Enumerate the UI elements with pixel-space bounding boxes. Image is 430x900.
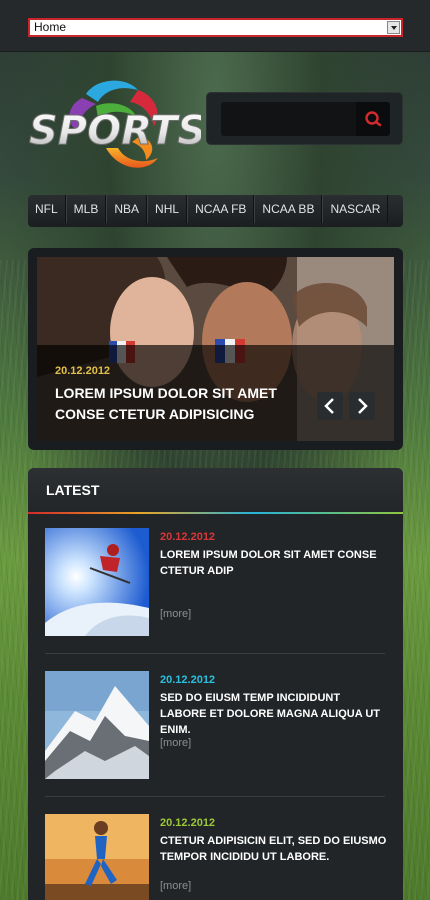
sports-logo[interactable]: SPORTS xyxy=(26,76,207,180)
chevron-right-icon xyxy=(358,398,368,414)
latest-post: 20.12.2012 LOREM IPSUM DOLOR SIT AMET CO… xyxy=(45,528,385,638)
navigation-select-value: Home xyxy=(34,20,67,34)
more-link[interactable]: [more] xyxy=(160,880,191,892)
post-title[interactable]: CTETUR ADIPISICIN ELIT, SED DO EIUSMO TE… xyxy=(160,833,388,865)
sports-logo-graphic: SPORTS xyxy=(29,80,207,168)
skier-image xyxy=(45,528,149,636)
logo-text: SPORTS xyxy=(29,108,201,154)
menu-item-nfl[interactable]: NFL xyxy=(28,195,66,223)
mountain-image xyxy=(45,671,149,779)
latest-divider xyxy=(28,512,403,514)
latest-post: 20.12.2012 SED DO EIUSM TEMP INCIDIDUNT … xyxy=(45,671,385,781)
latest-section: LATEST 20.12.2012 LOREM IPSUM DOLOR SIT … xyxy=(28,468,403,900)
menu-item-nba[interactable]: NBA xyxy=(106,195,148,223)
post-divider xyxy=(45,653,385,654)
menu-item-nhl[interactable]: NHL xyxy=(147,195,188,223)
search-input[interactable] xyxy=(221,102,357,136)
slider-prev-button[interactable] xyxy=(317,392,343,420)
search-icon xyxy=(365,111,382,127)
post-thumbnail-runner[interactable] xyxy=(45,814,149,900)
slide-caption: 20.12.2012 LOREM IPSUM DOLOR SIT AMET CO… xyxy=(37,345,394,441)
post-title[interactable]: SED DO EIUSM TEMP INCIDIDUNT LABORE ET D… xyxy=(160,690,388,738)
slide-title[interactable]: LOREM IPSUM DOLOR SIT AMET CONSE CTETUR … xyxy=(55,383,305,425)
main-menu: NFL MLB NBA NHL NCAA FB NCAA BB NASCAR xyxy=(28,195,403,227)
menu-item-ncaa-bb[interactable]: NCAA BB xyxy=(254,195,323,223)
slide-image[interactable]: 20.12.2012 LOREM IPSUM DOLOR SIT AMET CO… xyxy=(37,257,394,441)
chevron-left-icon xyxy=(324,398,334,414)
post-date: 20.12.2012 xyxy=(160,531,216,543)
menu-item-nascar[interactable]: NASCAR xyxy=(322,195,389,223)
navigation-select[interactable]: Home xyxy=(28,18,403,37)
menu-item-mlb[interactable]: MLB xyxy=(65,195,107,223)
menu-item-ncaa-fb[interactable]: NCAA FB xyxy=(187,195,255,223)
featured-slider: 20.12.2012 LOREM IPSUM DOLOR SIT AMET CO… xyxy=(28,248,403,450)
runner-image xyxy=(45,814,149,900)
slider-next-button[interactable] xyxy=(349,392,375,420)
dropdown-arrow-icon[interactable] xyxy=(387,21,400,34)
post-title[interactable]: LOREM IPSUM DOLOR SIT AMET CONSE CTETUR … xyxy=(160,547,388,579)
more-link[interactable]: [more] xyxy=(160,608,191,620)
search-box xyxy=(206,92,403,145)
latest-post: 20.12.2012 CTETUR ADIPISICIN ELIT, SED D… xyxy=(45,814,388,900)
post-date: 20.12.2012 xyxy=(160,817,216,829)
post-thumbnail-skier[interactable] xyxy=(45,528,149,636)
slide-date: 20.12.2012 xyxy=(55,365,111,377)
top-bar: Home xyxy=(0,0,430,52)
latest-heading: LATEST xyxy=(28,468,403,512)
post-divider xyxy=(45,796,385,797)
post-date: 20.12.2012 xyxy=(160,674,216,686)
search-button[interactable] xyxy=(356,102,390,136)
post-thumbnail-mountain[interactable] xyxy=(45,671,149,779)
more-link[interactable]: [more] xyxy=(160,737,191,749)
